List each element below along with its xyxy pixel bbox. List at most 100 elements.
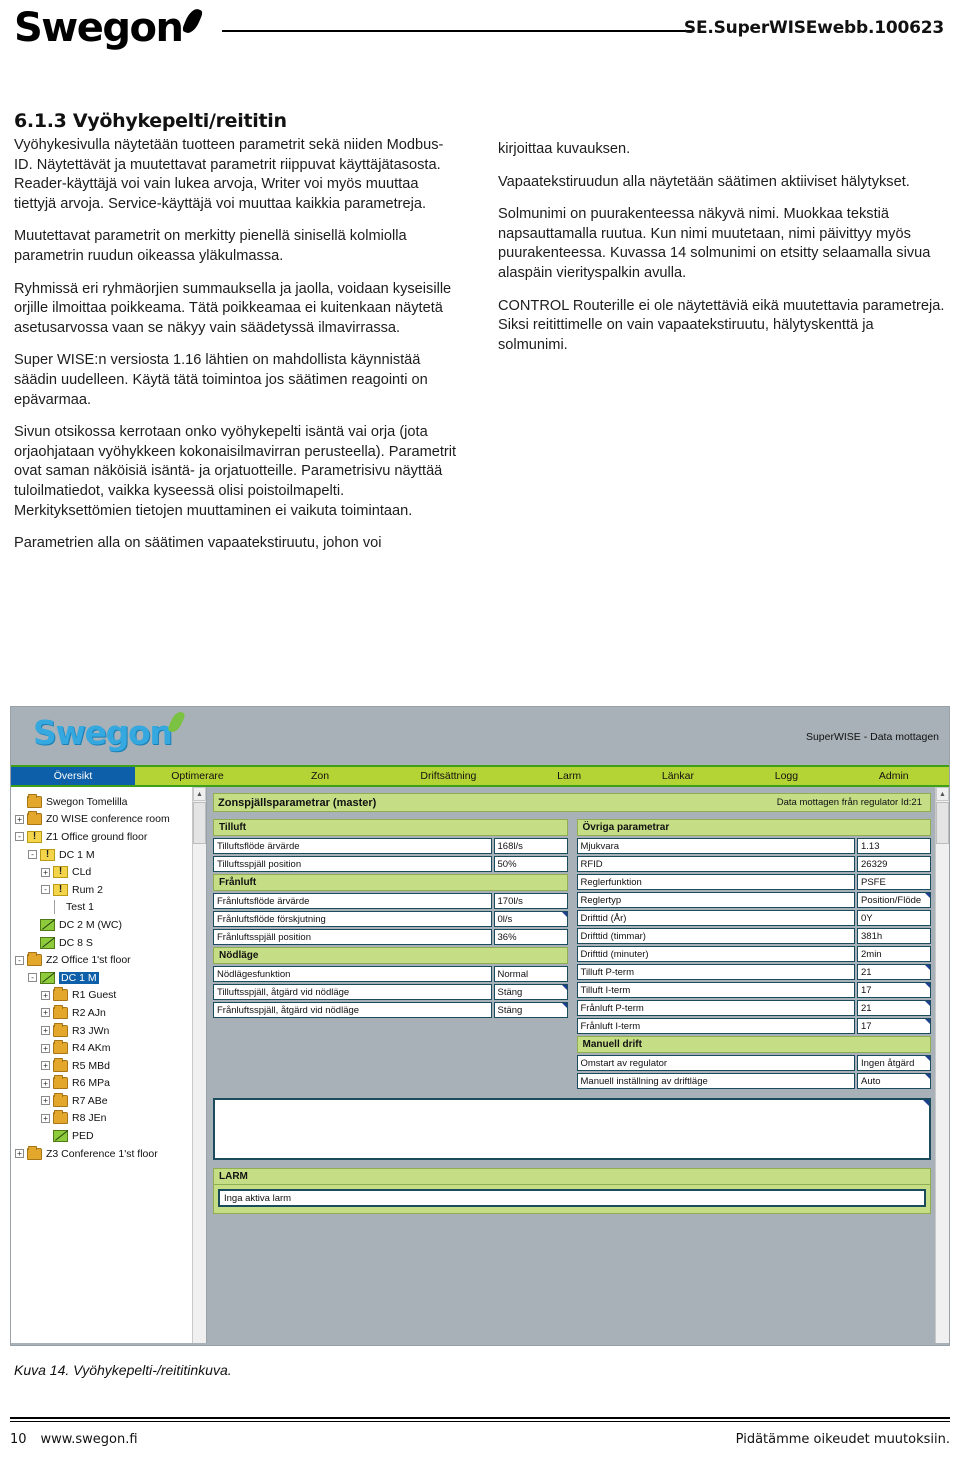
- parameter-value[interactable]: 168l/s: [493, 838, 568, 854]
- tab-larm[interactable]: Larm: [517, 767, 622, 785]
- parameter-row[interactable]: Drifttid (minuter) 2min: [576, 946, 931, 962]
- parameter-row[interactable]: Mjukvara 1.13: [576, 838, 931, 854]
- parameter-row[interactable]: Frånluftsspjäll, åtgärd vid nödläge Stän…: [213, 1002, 568, 1018]
- tree-item[interactable]: + R6 MPa: [15, 1075, 206, 1093]
- parameter-value[interactable]: Normal: [493, 966, 568, 982]
- figure-caption: Kuva 14. Vyöhykepelti-/reititinkuva.: [14, 1362, 232, 1378]
- scroll-up-icon[interactable]: ▲: [936, 787, 949, 801]
- expand-toggle[interactable]: +: [41, 1078, 50, 1088]
- footer-website[interactable]: www.swegon.fi: [41, 1432, 138, 1447]
- tree-item[interactable]: Test 1: [15, 899, 206, 917]
- parameter-row[interactable]: Omstart av regulator Ingen åtgärd: [576, 1055, 931, 1071]
- tree-item[interactable]: PED: [15, 1127, 206, 1145]
- parameter-row[interactable]: Tilluftsspjäll position 50%: [213, 856, 568, 872]
- tree-item[interactable]: - Rum 2: [15, 881, 206, 899]
- parameter-label: Tilluft P-term: [576, 964, 855, 980]
- tab-zon[interactable]: Zon: [260, 767, 380, 785]
- parameter-value[interactable]: 26329: [857, 856, 931, 872]
- tree-item[interactable]: + R4 AKm: [15, 1039, 206, 1057]
- scroll-up-icon[interactable]: ▲: [193, 787, 206, 801]
- tree-item[interactable]: + Z0 WISE conference room: [15, 811, 206, 829]
- expand-toggle[interactable]: +: [41, 1096, 50, 1106]
- expand-toggle[interactable]: +: [41, 1026, 50, 1036]
- folder-icon: [53, 987, 68, 1002]
- tree-item[interactable]: - Z2 Office 1'st floor: [15, 951, 206, 969]
- parameter-row[interactable]: Tilluftsflöde ärvärde 168l/s: [213, 838, 568, 854]
- parameter-value[interactable]: 2min: [857, 946, 931, 962]
- parameter-row[interactable]: Drifttid (År) 0Y: [576, 910, 931, 926]
- tab-driftsattning[interactable]: Driftsättning: [380, 767, 517, 785]
- tree-item[interactable]: + CLd: [15, 863, 206, 881]
- parameter-value[interactable]: 1.13: [857, 838, 931, 854]
- parameter-value-editable[interactable]: Position/Flöde: [857, 892, 931, 908]
- tree-item[interactable]: DC 8 S: [15, 934, 206, 952]
- tree-item[interactable]: + R3 JWn: [15, 1022, 206, 1040]
- expand-toggle[interactable]: +: [41, 1061, 50, 1071]
- tree-item[interactable]: + R1 Guest: [15, 987, 206, 1005]
- parameter-value-editable[interactable]: Stäng: [493, 984, 568, 1000]
- parameter-value[interactable]: 381h: [857, 928, 931, 944]
- parameter-value[interactable]: 50%: [493, 856, 568, 872]
- parameter-value-editable[interactable]: 21: [857, 964, 931, 980]
- tab-admin[interactable]: Admin: [839, 767, 950, 785]
- parameter-value-editable[interactable]: Ingen åtgärd: [857, 1055, 931, 1071]
- parameter-value-editable[interactable]: Stäng: [493, 1002, 568, 1018]
- tree-item[interactable]: + R2 AJn: [15, 1004, 206, 1022]
- tree-item[interactable]: + R7 ABe: [15, 1092, 206, 1110]
- scrollbar-thumb[interactable]: [193, 802, 206, 844]
- expand-toggle[interactable]: -: [15, 955, 24, 965]
- parameter-row[interactable]: Reglerfunktion PSFE: [576, 874, 931, 890]
- parameter-value-editable[interactable]: 0l/s: [493, 911, 568, 927]
- parameter-row[interactable]: Tilluft I-term 17: [576, 982, 931, 998]
- expand-toggle[interactable]: +: [41, 1008, 50, 1018]
- tree-item-label: Z2 Office 1'st floor: [46, 954, 131, 967]
- parameter-value-editable[interactable]: Auto: [857, 1073, 931, 1089]
- tree-item-selected[interactable]: - DC 1 M: [15, 969, 206, 987]
- parameter-row[interactable]: Tilluft P-term 21: [576, 964, 931, 980]
- parameter-value-editable[interactable]: 17: [857, 982, 931, 998]
- parameter-row[interactable]: Frånluftsflöde ärvärde 170l/s: [213, 893, 568, 909]
- parameter-value[interactable]: 36%: [493, 929, 568, 945]
- tree-item[interactable]: DC 2 M (WC): [15, 916, 206, 934]
- parameter-row[interactable]: Tilluftsspjäll, åtgärd vid nödläge Stäng: [213, 984, 568, 1000]
- tree-item[interactable]: Swegon Tomelilla: [15, 793, 206, 811]
- parameter-row[interactable]: Frånluftsflöde förskjutning 0l/s: [213, 911, 568, 927]
- parameter-value-editable[interactable]: 17: [857, 1018, 931, 1034]
- parameter-row[interactable]: Manuell inställning av driftläge Auto: [576, 1073, 931, 1089]
- parameter-value[interactable]: 170l/s: [493, 893, 568, 909]
- tree-scrollbar[interactable]: ▲: [192, 787, 206, 1343]
- expand-toggle[interactable]: +: [15, 1149, 24, 1159]
- params-scrollbar[interactable]: ▲: [935, 787, 949, 1343]
- tree-item-label: R7 ABe: [72, 1094, 108, 1107]
- expand-toggle[interactable]: -: [41, 885, 50, 895]
- expand-toggle[interactable]: -: [15, 832, 24, 842]
- free-text-box[interactable]: [213, 1098, 931, 1160]
- expand-toggle[interactable]: +: [41, 1043, 50, 1053]
- parameter-row[interactable]: RFID 26329: [576, 856, 931, 872]
- tab-oversikt[interactable]: Översikt: [11, 767, 135, 785]
- tree-item[interactable]: + Z3 Conference 1'st floor: [15, 1145, 206, 1163]
- parameter-value-editable[interactable]: 21: [857, 1000, 931, 1016]
- scrollbar-thumb[interactable]: [936, 802, 949, 844]
- parameter-value[interactable]: 0Y: [857, 910, 931, 926]
- parameter-row[interactable]: Nödlägesfunktion Normal: [213, 966, 568, 982]
- expand-toggle[interactable]: +: [41, 1113, 50, 1123]
- tab-logg[interactable]: Logg: [734, 767, 838, 785]
- parameter-row[interactable]: Frånluft P-term 21: [576, 1000, 931, 1016]
- parameter-value[interactable]: PSFE: [857, 874, 931, 890]
- tree-item[interactable]: - DC 1 M: [15, 846, 206, 864]
- expand-toggle[interactable]: -: [28, 973, 37, 983]
- tab-lankar[interactable]: Länkar: [622, 767, 735, 785]
- parameter-row[interactable]: Frånluftsspjäll position 36%: [213, 929, 568, 945]
- parameter-row[interactable]: Reglertyp Position/Flöde: [576, 892, 931, 908]
- tree-item[interactable]: + R5 MBd: [15, 1057, 206, 1075]
- expand-toggle[interactable]: +: [15, 814, 24, 824]
- tree-item[interactable]: - Z1 Office ground floor: [15, 828, 206, 846]
- expand-toggle[interactable]: -: [28, 850, 37, 860]
- expand-toggle[interactable]: +: [41, 867, 50, 877]
- tree-item[interactable]: + R8 JEn: [15, 1110, 206, 1128]
- parameter-row[interactable]: Drifttid (timmar) 381h: [576, 928, 931, 944]
- tab-optimerare[interactable]: Optimerare: [135, 767, 260, 785]
- expand-toggle[interactable]: +: [41, 990, 50, 1000]
- parameter-row[interactable]: Frånluft I-term 17: [576, 1018, 931, 1034]
